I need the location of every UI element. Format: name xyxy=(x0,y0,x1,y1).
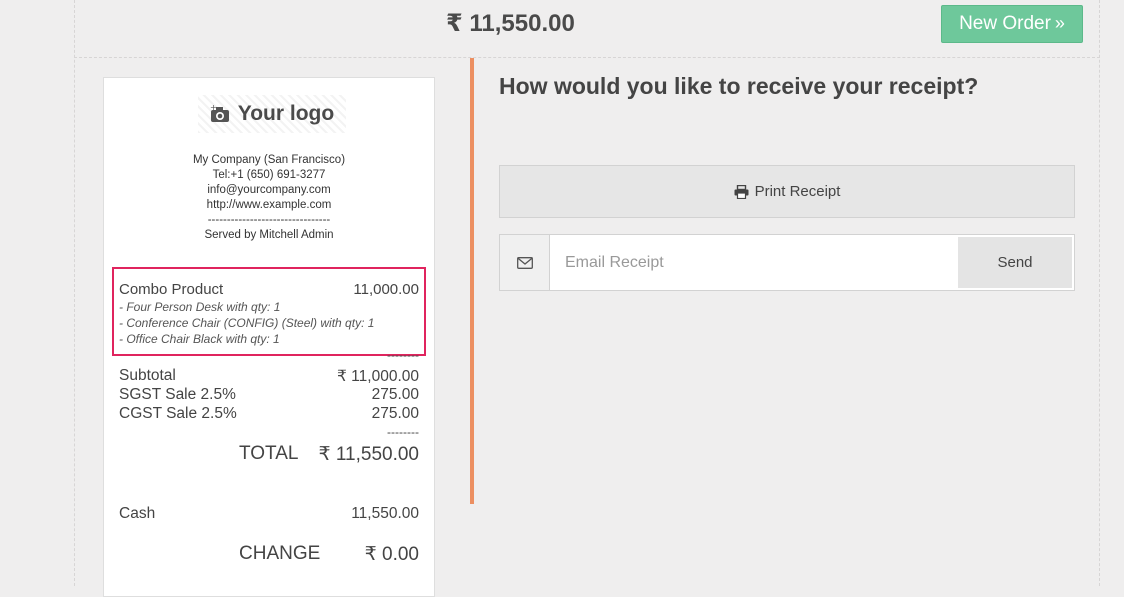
new-order-button[interactable]: New Order » xyxy=(941,5,1083,43)
tax-label: SGST Sale 2.5% xyxy=(119,386,236,403)
new-order-label: New Order xyxy=(959,13,1051,34)
company-info: My Company (San Francisco) Tel:+1 (650) … xyxy=(104,153,434,243)
change-value: ₹ 0.00 xyxy=(364,544,419,565)
tax-row: SGST Sale 2.5% 275.00 xyxy=(119,386,419,404)
print-receipt-label: Print Receipt xyxy=(754,183,841,200)
company-logo: + Your logo xyxy=(198,95,346,133)
total-row: TOTAL ₹ 11,550.00 xyxy=(239,443,419,466)
tax-value: 275.00 xyxy=(371,405,419,422)
logo-text: Your logo xyxy=(237,102,335,125)
payment-method-label: Cash xyxy=(119,505,156,522)
email-receipt-group: Send xyxy=(499,234,1075,291)
tax-value: 275.00 xyxy=(371,386,419,403)
company-phone: Tel:+1 (650) 691-3277 xyxy=(212,169,326,181)
dash-separator: -------- xyxy=(387,348,419,362)
line-item-row: Combo Product 11,000.00 xyxy=(119,281,419,298)
company-separator: -------------------------------- xyxy=(207,214,331,226)
line-item-price: 11,000.00 xyxy=(353,281,419,298)
subtotal-value: ₹ 11,000.00 xyxy=(337,368,419,385)
company-name: My Company (San Francisco) xyxy=(192,154,346,166)
company-website: http://www.example.com xyxy=(206,199,332,211)
send-email-button[interactable]: Send xyxy=(958,237,1072,288)
served-by: Served by Mitchell Admin xyxy=(204,229,334,241)
printer-icon xyxy=(734,184,749,199)
order-total-amount: ₹ 11,550.00 xyxy=(446,10,575,37)
line-item-component: - Conference Chair (CONFIG) (Steel) with… xyxy=(119,316,375,330)
subtotal-row: Subtotal ₹ 11,000.00 xyxy=(119,367,419,386)
header-dashed-divider xyxy=(74,57,1100,58)
line-item-component: - Office Chair Black with qty: 1 xyxy=(119,332,280,346)
double-chevron-right-icon: » xyxy=(1054,12,1065,33)
right-dashed-guide xyxy=(1099,0,1100,586)
line-item-component: - Four Person Desk with qty: 1 xyxy=(119,300,281,314)
company-email: info@yourcompany.com xyxy=(207,184,331,196)
payment-row: Cash 11,550.00 xyxy=(119,505,419,523)
receipt-question-heading: How would you like to receive your recei… xyxy=(499,73,979,99)
left-dashed-guide xyxy=(74,0,75,586)
change-row: CHANGE ₹ 0.00 xyxy=(239,543,419,566)
line-item-name: Combo Product xyxy=(119,281,224,298)
print-receipt-button[interactable]: Print Receipt xyxy=(499,165,1075,218)
email-addon xyxy=(500,235,550,290)
receipt-preview: + Your logo My Company (San Francisco) T… xyxy=(103,77,435,597)
tax-label: CGST Sale 2.5% xyxy=(119,405,237,422)
tax-row: CGST Sale 2.5% 275.00 xyxy=(119,405,419,423)
dash-separator: -------- xyxy=(387,425,419,439)
total-value: ₹ 11,550.00 xyxy=(318,444,419,465)
section-divider xyxy=(470,58,474,504)
email-receipt-input[interactable] xyxy=(550,235,956,290)
total-label: TOTAL xyxy=(239,443,299,464)
change-label: CHANGE xyxy=(239,543,321,564)
camera-icon: + xyxy=(210,104,229,122)
svg-text:+: + xyxy=(210,104,217,112)
subtotal-label: Subtotal xyxy=(119,367,176,384)
payment-amount: 11,550.00 xyxy=(351,505,419,522)
envelope-icon xyxy=(516,256,533,269)
